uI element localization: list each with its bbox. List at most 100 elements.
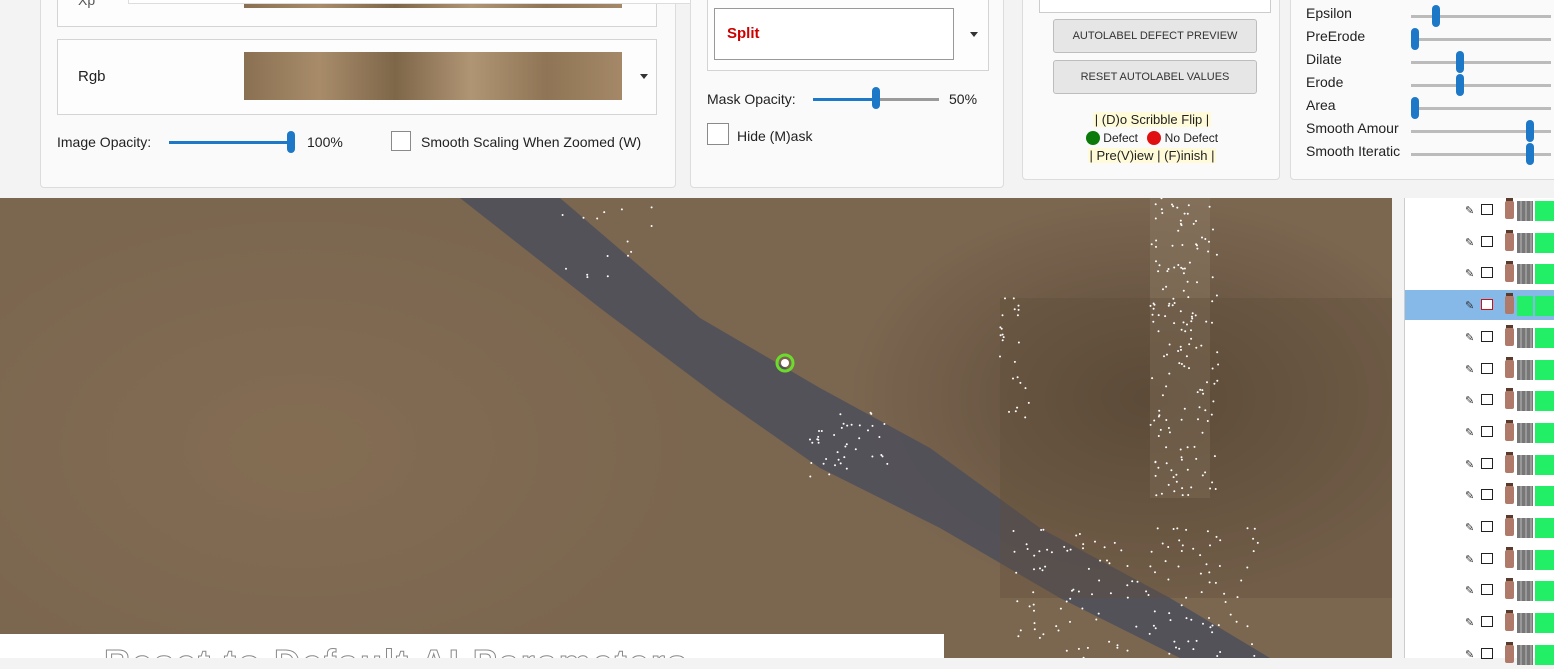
param-slider-thumb[interactable] [1455, 74, 1464, 96]
pencil-icon[interactable]: ✎ [1465, 331, 1474, 344]
scribble-dot [1205, 320, 1208, 323]
checkbox-icon[interactable] [1481, 616, 1493, 628]
param-slider-thumb[interactable] [1525, 143, 1534, 165]
image-canvas[interactable] [0, 198, 1392, 658]
list-item[interactable]: ✎ [1405, 258, 1554, 288]
param-slider-thumb[interactable] [1525, 120, 1534, 142]
pencil-icon[interactable]: ✎ [1465, 204, 1474, 217]
checkbox-icon[interactable] [1481, 647, 1493, 659]
scribble-dot [1154, 627, 1157, 630]
scribble-dot [1170, 469, 1173, 472]
scribble-dot [845, 443, 848, 446]
scribble-dot [1069, 597, 1072, 600]
scribble-dot [1193, 445, 1196, 448]
scribble-dot [1208, 571, 1211, 574]
scribble-dot [1183, 212, 1186, 215]
param-slider-track[interactable] [1411, 84, 1551, 87]
hide-mask-checkbox[interactable] [707, 123, 729, 145]
pencil-icon[interactable]: ✎ [1465, 584, 1474, 597]
list-item[interactable]: ✎ [1405, 512, 1554, 542]
param-slider-track[interactable] [1411, 38, 1551, 41]
scribble-dot [1171, 304, 1174, 307]
param-slider-track[interactable] [1411, 107, 1551, 110]
checkbox-icon[interactable] [1481, 235, 1493, 247]
top-layer-row[interactable]: Xp [57, 0, 705, 27]
scribble-dot [1157, 435, 1160, 437]
list-item[interactable]: ✎ [1405, 480, 1554, 510]
smooth-scaling-checkbox[interactable] [391, 131, 411, 151]
checkbox-icon[interactable] [1481, 330, 1493, 342]
pencil-icon[interactable]: ✎ [1465, 394, 1474, 407]
mask-swatch-icon [1517, 422, 1533, 443]
scribble-dot [1208, 581, 1211, 584]
scribble-dot [1063, 545, 1066, 548]
list-item[interactable]: ✎ [1405, 607, 1554, 637]
scribble-dot [596, 217, 599, 220]
param-slider-thumb[interactable] [1455, 51, 1464, 73]
scribble-dot [1044, 565, 1047, 568]
param-slider-track[interactable] [1411, 61, 1551, 64]
mask-opacity-thumb[interactable] [872, 87, 880, 109]
list-item[interactable]: ✎ [1405, 227, 1554, 257]
pencil-icon[interactable]: ✎ [1465, 616, 1474, 629]
list-item[interactable]: ✎ [1405, 575, 1554, 605]
rgb-layer-row[interactable]: Rgb [57, 39, 657, 115]
scribble-dot [1025, 543, 1028, 546]
chevron-down-icon[interactable] [970, 32, 978, 37]
pencil-icon[interactable]: ✎ [1465, 521, 1474, 534]
param-slider-thumb[interactable] [1432, 5, 1440, 27]
checkbox-icon[interactable] [1481, 457, 1493, 469]
list-item[interactable]: ✎ [1405, 195, 1554, 225]
pencil-icon[interactable]: ✎ [1465, 363, 1474, 376]
scribble-dot [1019, 381, 1022, 384]
scribble-dot [1168, 652, 1171, 655]
checkbox-icon[interactable] [1481, 299, 1493, 311]
reset-autolabel-values-button[interactable]: RESET AUTOLABEL VALUES [1053, 60, 1257, 94]
chevron-down-icon[interactable] [640, 74, 648, 79]
checkbox-icon[interactable] [1481, 489, 1493, 501]
list-item[interactable]: ✎ [1405, 417, 1554, 447]
checkbox-icon[interactable] [1481, 267, 1493, 279]
pencil-icon[interactable]: ✎ [1465, 553, 1474, 566]
scribble-dot [1016, 600, 1019, 603]
pencil-icon[interactable]: ✎ [1465, 267, 1474, 280]
pencil-icon[interactable]: ✎ [1465, 299, 1474, 312]
pencil-icon[interactable]: ✎ [1465, 489, 1474, 502]
scribble-dot [1177, 350, 1180, 352]
autolabel-top-field[interactable] [1039, 0, 1271, 13]
pencil-icon[interactable]: ✎ [1465, 458, 1474, 471]
checkbox-icon[interactable] [1481, 425, 1493, 437]
list-item[interactable]: ✎ [1405, 639, 1554, 669]
scribble-dot [1202, 392, 1205, 395]
list-item[interactable]: ✎ [1405, 290, 1554, 321]
checkbox-icon[interactable] [1481, 552, 1493, 564]
bottle-icon [1505, 422, 1514, 441]
checkbox-icon[interactable] [1481, 204, 1493, 215]
param-slider-thumb[interactable] [1411, 97, 1419, 119]
autolabel-defect-preview-button[interactable]: AUTOLABEL DEFECT PREVIEW [1053, 19, 1257, 53]
scribble-dot [1168, 343, 1171, 346]
checkbox-icon[interactable] [1481, 584, 1493, 596]
list-item[interactable]: ✎ [1405, 449, 1554, 479]
pencil-icon[interactable]: ✎ [1465, 648, 1474, 661]
scribble-dot [1185, 617, 1188, 620]
reset-ai-overlay[interactable]: Reset to Default AI Parameters [0, 634, 944, 658]
list-item[interactable]: ✎ [1405, 354, 1554, 384]
checkbox-icon[interactable] [1481, 362, 1493, 374]
checkbox-icon[interactable] [1481, 521, 1493, 532]
image-opacity-thumb[interactable] [287, 131, 295, 153]
scribble-dot [1173, 302, 1176, 304]
bottle-icon [1505, 327, 1514, 346]
scribble-dot [1166, 353, 1168, 356]
scribble-dot [881, 455, 884, 458]
list-item[interactable]: ✎ [1405, 544, 1554, 574]
pencil-icon[interactable]: ✎ [1465, 426, 1474, 439]
scribble-dot [1153, 610, 1156, 613]
list-item[interactable]: ✎ [1405, 322, 1554, 352]
param-slider-thumb[interactable] [1411, 28, 1419, 50]
checkbox-icon[interactable] [1481, 394, 1493, 406]
class-selector[interactable]: Split [707, 0, 989, 71]
pencil-icon[interactable]: ✎ [1465, 236, 1474, 249]
list-item[interactable]: ✎ [1405, 385, 1554, 415]
class-selector-box[interactable]: Split [714, 8, 954, 60]
